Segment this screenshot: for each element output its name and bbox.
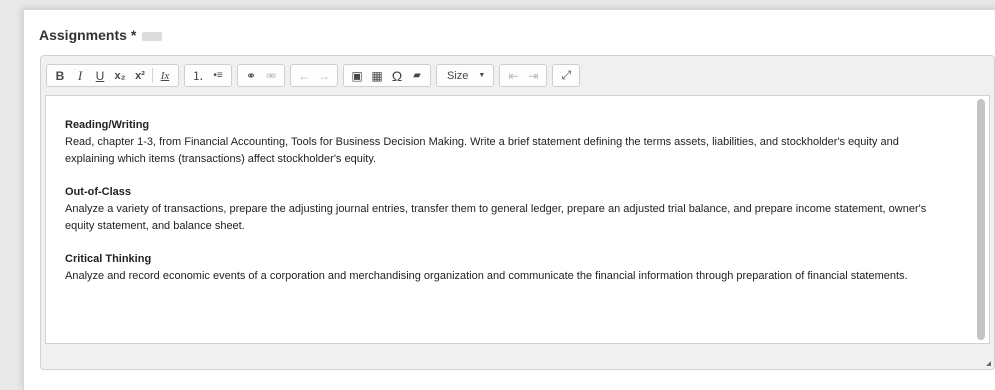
resize-grip-icon[interactable] (986, 361, 991, 366)
outdent-icon[interactable]: ⇤ (503, 66, 523, 85)
image-icon[interactable]: ▣ (347, 66, 367, 85)
bold-icon[interactable]: B (50, 66, 70, 85)
font-size-dropdown[interactable]: Size ▼ (436, 64, 495, 87)
toolbar-group-history: ← → (290, 64, 338, 87)
maximize-icon[interactable]: ⤢ (556, 66, 576, 85)
rich-text-editor: B I U x₂ x² Ix ⒈ •≡ ⚭ ⚮ ← → ▣ ▦ Ω ▰ Size… (40, 55, 995, 370)
assignments-label: Assignments * (39, 27, 163, 43)
undo-icon[interactable]: ← (294, 66, 314, 85)
toolbar-group-lists: ⒈ •≡ (184, 64, 232, 87)
editor-body: Reading/Writing Read, chapter 1-3, from … (65, 117, 945, 301)
toolbar-group-tools: ⤢ (552, 64, 581, 87)
superscript-icon[interactable]: x² (130, 66, 150, 85)
section-body: Analyze a variety of transactions, prepa… (65, 203, 927, 232)
section-body: Analyze and record economic events of a … (65, 270, 908, 282)
required-marker: * (130, 27, 137, 43)
folder-icon[interactable]: ▰ (407, 66, 427, 85)
bulleted-list-icon[interactable]: •≡ (208, 66, 228, 85)
section-reading-writing: Reading/Writing Read, chapter 1-3, from … (65, 117, 945, 168)
table-icon[interactable]: ▦ (367, 66, 387, 85)
indent-icon[interactable]: ⇥ (523, 66, 543, 85)
font-size-label: Size (447, 69, 469, 82)
section-title: Out-of-Class (65, 186, 131, 198)
section-body: Read, chapter 1-3, from Financial Accoun… (65, 136, 899, 165)
toolbar-group-links: ⚭ ⚮ (237, 64, 285, 87)
omega-icon[interactable]: Ω (387, 66, 407, 85)
remove-format-icon[interactable]: Ix (155, 66, 175, 85)
numbered-list-icon[interactable]: ⒈ (188, 66, 208, 85)
underline-icon[interactable]: U (90, 66, 110, 85)
subscript-icon[interactable]: x₂ (110, 66, 130, 85)
toolbar-group-indent: ⇤ ⇥ (499, 64, 548, 87)
section-title: Reading/Writing (65, 119, 150, 131)
redo-icon[interactable]: → (314, 66, 334, 85)
editor-toolbar: B I U x₂ x² Ix ⒈ •≡ ⚭ ⚮ ← → ▣ ▦ Ω ▰ Size… (46, 63, 585, 88)
vertical-scrollbar[interactable] (977, 99, 985, 340)
section-title: Critical Thinking (65, 253, 152, 265)
toolbar-group-insert: ▣ ▦ Ω ▰ (343, 64, 431, 87)
dots-icon[interactable] (142, 31, 163, 41)
caret-down-icon: ▼ (478, 72, 486, 79)
italic-icon[interactable]: I (70, 66, 90, 85)
unlink-icon[interactable]: ⚮ (261, 66, 281, 85)
section-critical-thinking: Critical Thinking Analyze and record eco… (65, 251, 945, 285)
toolbar-separator (152, 68, 153, 83)
toolbar-group-basic-styles: B I U x₂ x² Ix (46, 64, 179, 87)
section-out-of-class: Out-of-Class Analyze a variety of transa… (65, 184, 945, 235)
field-label-text: Assignments (39, 27, 127, 43)
assignments-card: Assignments * B I U x₂ x² Ix ⒈ •≡ ⚭ ⚮ ← … (23, 9, 995, 390)
link-icon[interactable]: ⚭ (241, 66, 261, 85)
editor-content-area[interactable]: Reading/Writing Read, chapter 1-3, from … (45, 95, 990, 344)
